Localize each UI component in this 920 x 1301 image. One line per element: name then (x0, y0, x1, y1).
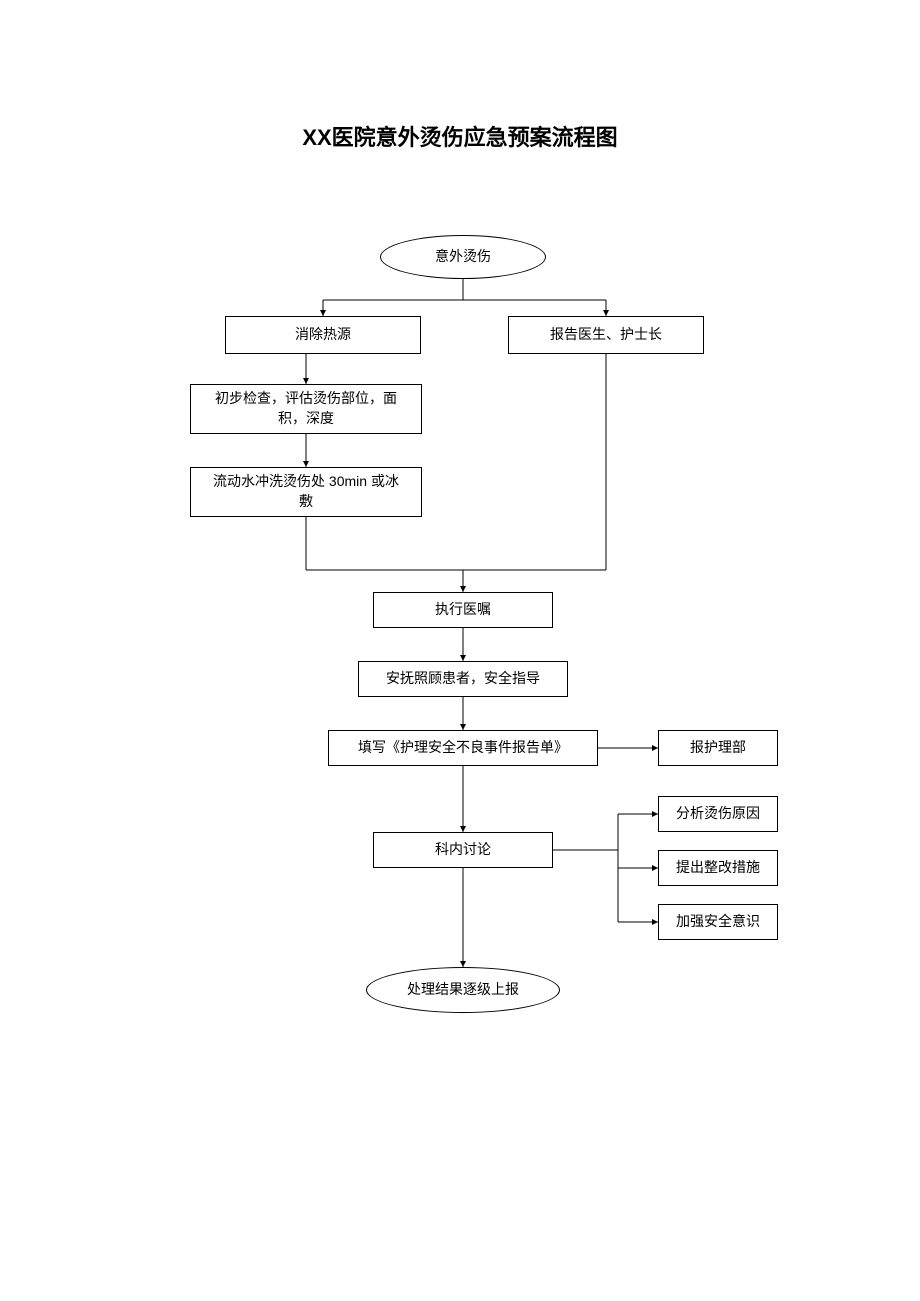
node-cause-analysis: 分析烫伤原因 (658, 796, 778, 832)
page-title: XX医院意外烫伤应急预案流程图 (0, 120, 920, 152)
title-prefix: XX (302, 125, 331, 150)
node-assess: 初步检查，评估烫伤部位，面 积，深度 (190, 384, 422, 434)
node-rinse: 流动水冲洗烫伤处 30min 或冰 敷 (190, 467, 422, 517)
title-text: 医院意外烫伤应急预案流程图 (332, 125, 618, 150)
flowchart-connectors (0, 0, 920, 1301)
node-start: 意外烫伤 (380, 235, 546, 279)
node-end: 处理结果逐级上报 (366, 967, 560, 1013)
node-execute-orders: 执行医嘱 (373, 592, 553, 628)
node-nursing-dept: 报护理部 (658, 730, 778, 766)
node-discussion: 科内讨论 (373, 832, 553, 868)
node-remove-heat: 消除热源 (225, 316, 421, 354)
node-comfort-patient: 安抚照顾患者，安全指导 (358, 661, 568, 697)
node-report-doctor: 报告医生、护士长 (508, 316, 704, 354)
node-fill-report: 填写《护理安全不良事件报告单》 (328, 730, 598, 766)
node-safety-awareness: 加强安全意识 (658, 904, 778, 940)
node-corrective-action: 提出整改措施 (658, 850, 778, 886)
